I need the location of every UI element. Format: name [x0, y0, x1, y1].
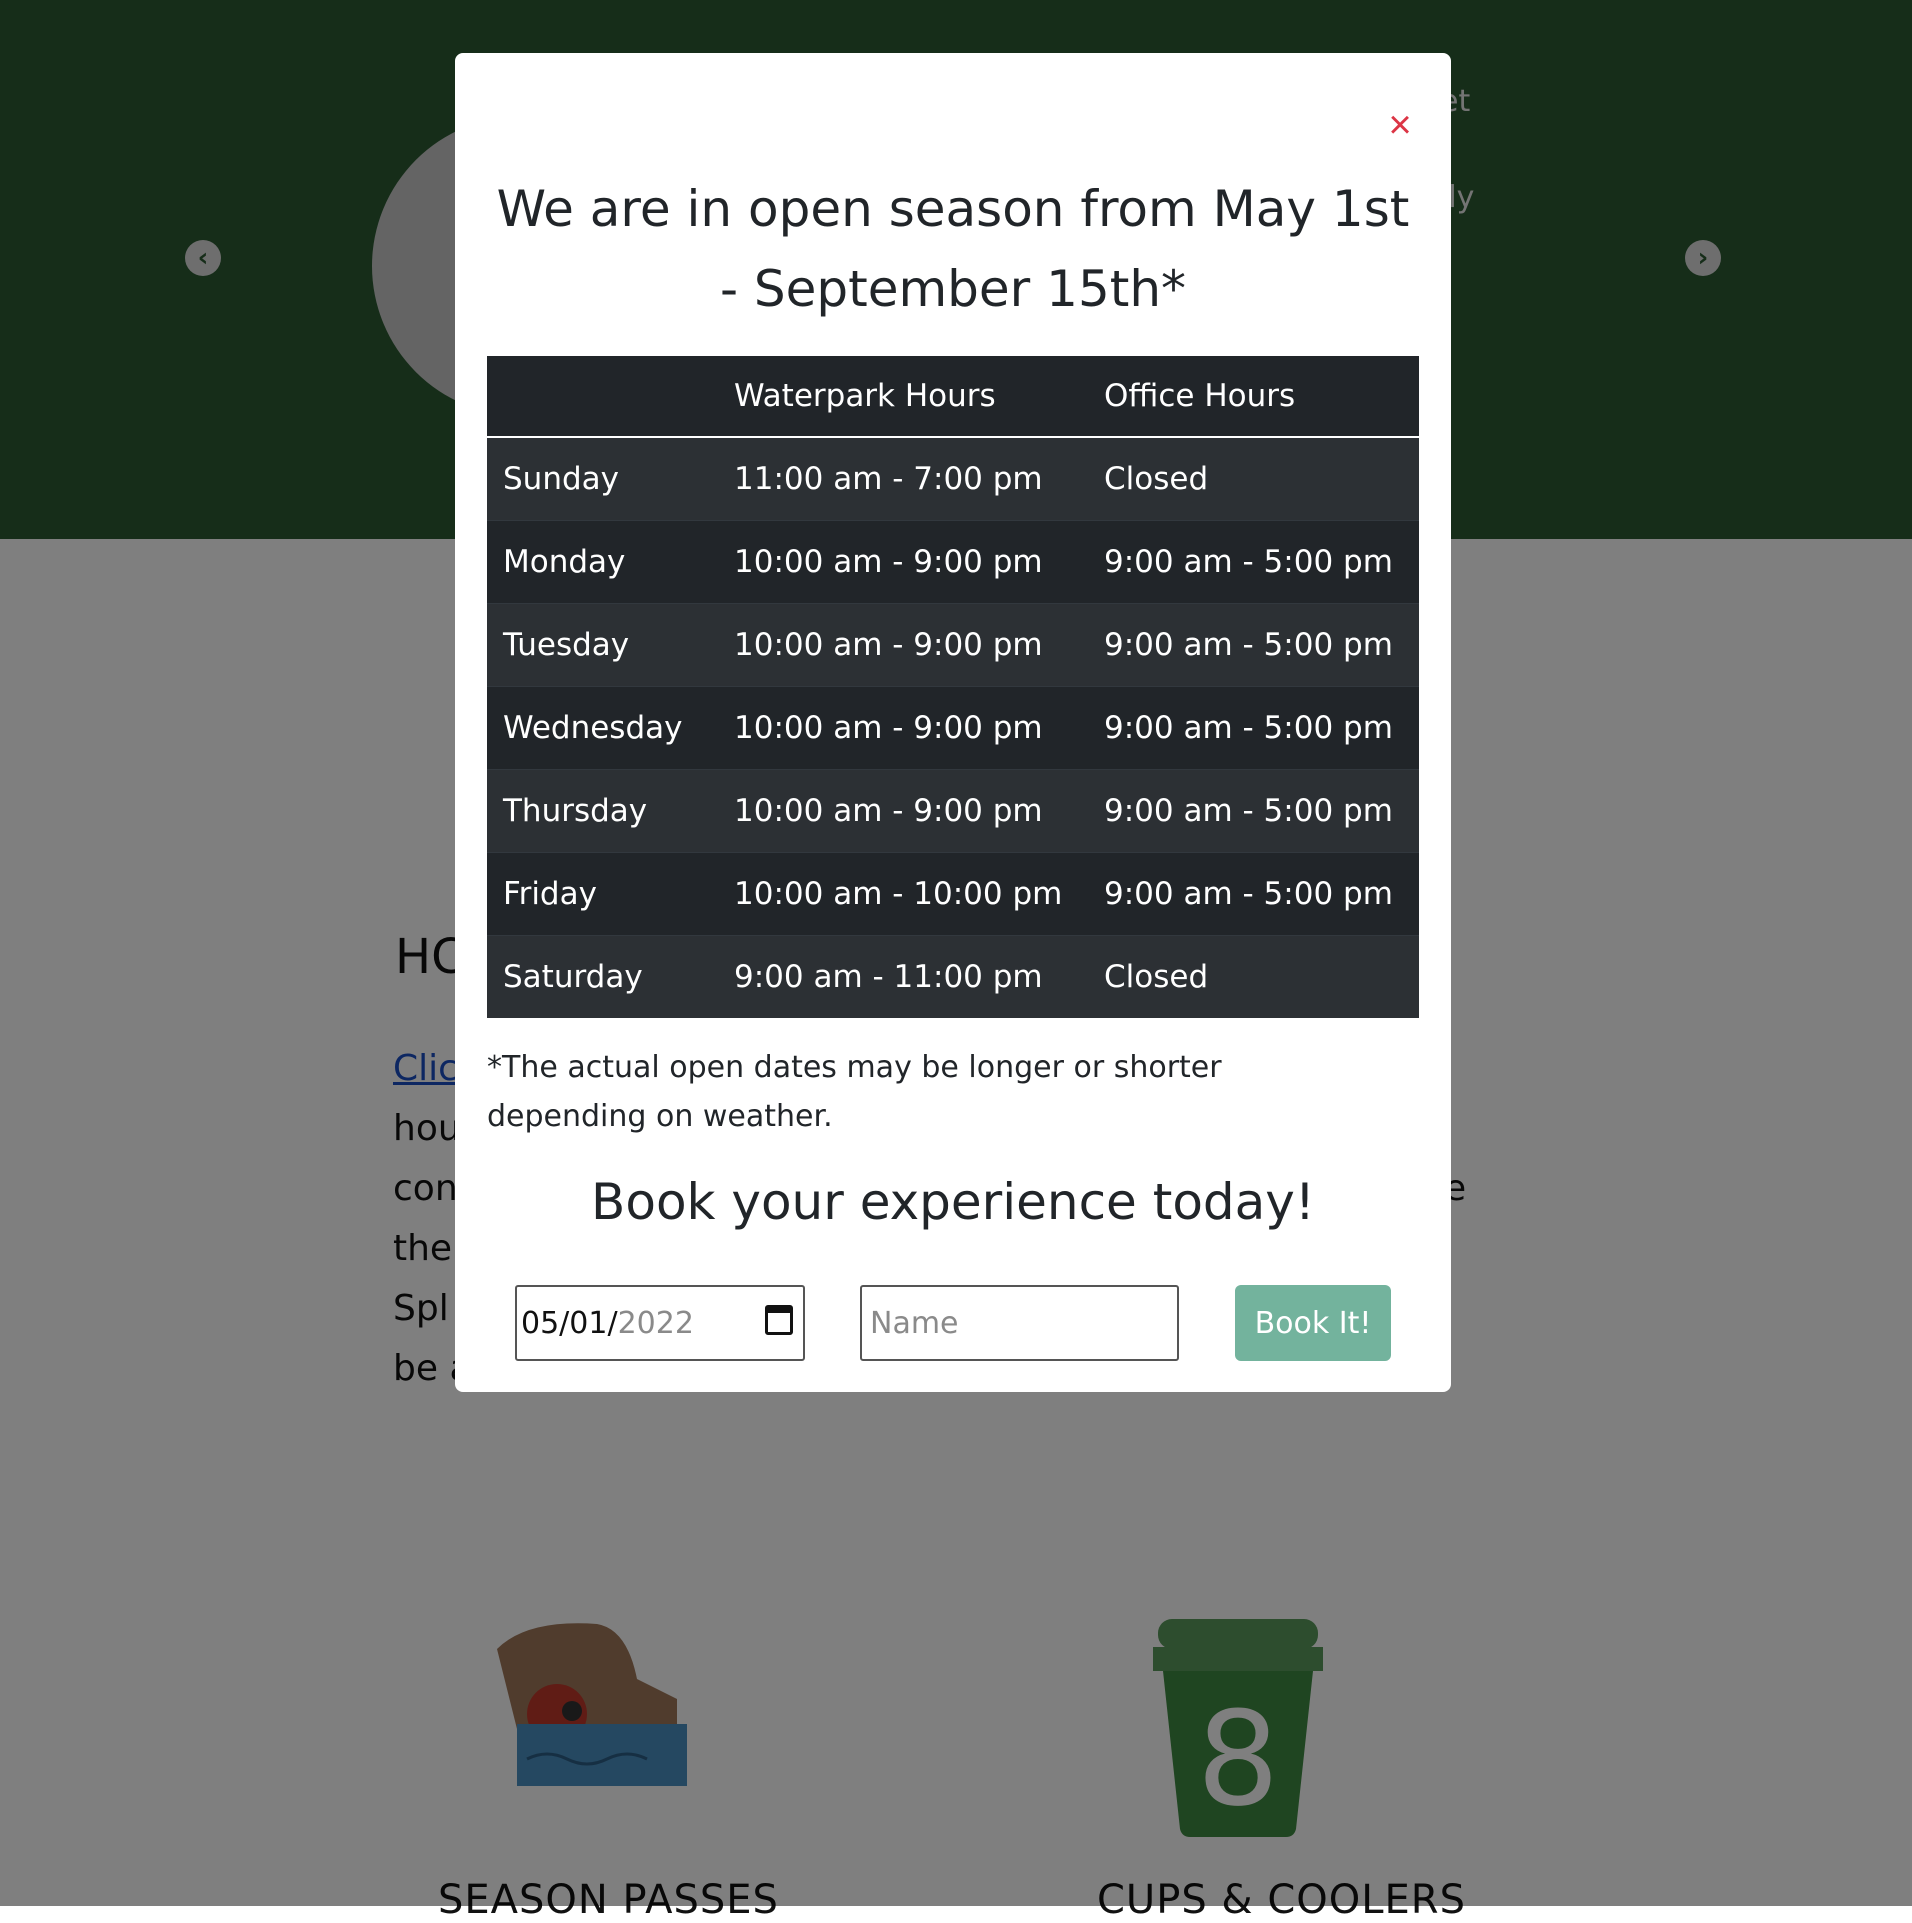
- day-cell: Wednesday: [503, 710, 683, 746]
- office-hours-cell: Closed: [1104, 959, 1209, 995]
- season-note: *The actual open dates may be longer or …: [487, 1050, 1222, 1134]
- office-hours-cell: 9:00 am - 5:00 pm: [1104, 876, 1393, 912]
- book-it-button[interactable]: Book It!: [1235, 1285, 1391, 1361]
- office-hours-cell: 9:00 am - 5:00 pm: [1104, 544, 1393, 580]
- office-hours-cell: 9:00 am - 5:00 pm: [1104, 793, 1393, 829]
- close-icon[interactable]: ×: [1380, 105, 1420, 145]
- name-input[interactable]: [860, 1285, 1179, 1361]
- day-cell: Friday: [503, 876, 597, 912]
- date-year-value: 2022: [617, 1305, 694, 1341]
- column-header: Office Hours: [1088, 356, 1419, 438]
- office-hours-cell: 9:00 am - 5:00 pm: [1104, 627, 1393, 663]
- waterpark-hours-cell: 10:00 am - 10:00 pm: [734, 876, 1063, 912]
- waterpark-hours-cell: 10:00 am - 9:00 pm: [734, 544, 1043, 580]
- day-cell: Monday: [503, 544, 626, 580]
- waterpark-hours-cell: 9:00 am - 11:00 pm: [734, 959, 1043, 995]
- waterpark-hours-cell: 11:00 am - 7:00 pm: [734, 461, 1043, 497]
- office-hours-cell: Closed: [1104, 461, 1209, 497]
- calendar-icon[interactable]: [765, 1305, 793, 1335]
- waterpark-hours-cell: 10:00 am - 9:00 pm: [734, 793, 1043, 829]
- day-cell: Saturday: [503, 959, 643, 995]
- table-header-row: Waterpark Hours Office Hours: [487, 356, 1419, 438]
- book-heading: Book your experience today!: [591, 1173, 1315, 1231]
- date-value: 05/01/: [521, 1305, 618, 1341]
- waterpark-hours-cell: 10:00 am - 9:00 pm: [734, 627, 1043, 663]
- waterpark-hours-cell: 10:00 am - 9:00 pm: [734, 710, 1043, 746]
- table-row: Saturday 9:00 am - 11:00 pm Closed: [487, 935, 1419, 1018]
- date-input[interactable]: 05/01/2022: [515, 1285, 805, 1361]
- day-cell: Sunday: [503, 461, 619, 497]
- day-cell: Thursday: [503, 793, 648, 829]
- modal-title: We are in open season from May 1st - Sep…: [496, 180, 1410, 318]
- table-row: Wednesday 10:00 am - 9:00 pm 9:00 am - 5…: [487, 686, 1419, 770]
- table-row: Monday 10:00 am - 9:00 pm 9:00 am - 5:00…: [487, 520, 1419, 604]
- table-row: Tuesday 10:00 am - 9:00 pm 9:00 am - 5:0…: [487, 603, 1419, 687]
- table-row: Sunday 11:00 am - 7:00 pm Closed: [487, 437, 1419, 521]
- column-header: [487, 356, 718, 438]
- table-row: Friday 10:00 am - 10:00 pm 9:00 am - 5:0…: [487, 852, 1419, 936]
- day-cell: Tuesday: [503, 627, 630, 663]
- hours-table: Waterpark Hours Office Hours Sunday 11:0…: [487, 356, 1419, 1018]
- season-hours-modal: × We are in open season from May 1st - S…: [455, 53, 1451, 1392]
- office-hours-cell: 9:00 am - 5:00 pm: [1104, 710, 1393, 746]
- column-header: Waterpark Hours: [718, 356, 1088, 438]
- table-row: Thursday 10:00 am - 9:00 pm 9:00 am - 5:…: [487, 769, 1419, 853]
